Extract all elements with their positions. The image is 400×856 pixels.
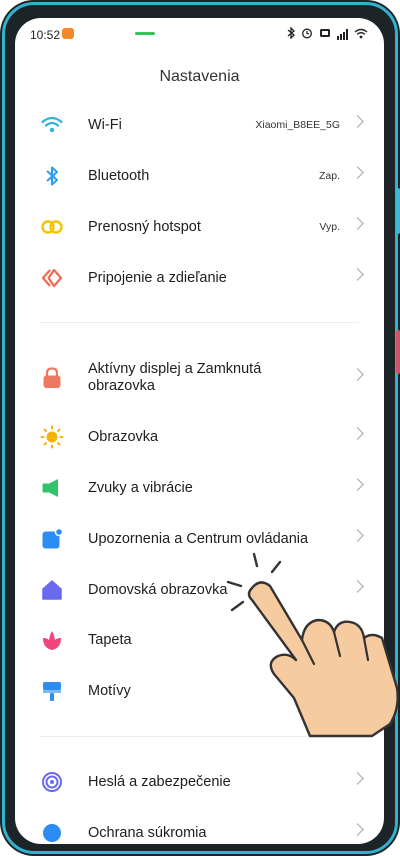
chevron-right-icon	[351, 217, 364, 230]
bluetooth-icon	[40, 164, 64, 188]
wifi-icon	[40, 113, 64, 137]
fingerprint-icon	[40, 770, 64, 794]
settings-item-privacy[interactable]: Ochrana súkromia	[15, 808, 384, 844]
notification-icon	[62, 28, 74, 39]
settings-item-lock-screen[interactable]: Aktívny displej a Zamknutá obrazovka	[15, 353, 384, 403]
settings-item-label: Aktívny displej a Zamknutá obrazovka	[88, 361, 262, 394]
speaker-icon	[40, 476, 64, 500]
signal-icon	[337, 29, 348, 40]
wifi-status-icon	[354, 28, 368, 42]
status-bar: 10:52	[15, 18, 384, 54]
settings-item-display[interactable]: Obrazovka	[15, 412, 384, 462]
alarm-icon	[301, 27, 313, 42]
settings-item-sound[interactable]: Zvuky a vibrácie	[15, 463, 384, 513]
settings-item-connection-sharing[interactable]: Pripojenie a zdieľanie	[15, 253, 384, 303]
settings-item-wifi[interactable]: Wi-Fi Xiaomi_B8EE_5G	[15, 100, 384, 150]
chevron-right-icon	[351, 115, 364, 128]
settings-item-hotspot[interactable]: Prenosný hotspot Vyp.	[15, 202, 384, 252]
power-button	[396, 330, 400, 374]
settings-item-label: Ochrana súkromia	[88, 824, 207, 841]
status-time: 10:52	[30, 28, 61, 42]
bluetooth-status-icon	[287, 26, 295, 42]
volume-button	[396, 188, 400, 234]
settings-item-bluetooth[interactable]: Bluetooth Zap.	[15, 151, 384, 201]
settings-item-value: Zap.	[318, 170, 340, 182]
sun-icon	[40, 425, 64, 449]
chevron-right-icon	[351, 478, 364, 491]
settings-item-label: Pripojenie a zdieľanie	[88, 269, 227, 286]
tap-hand-icon	[226, 552, 399, 738]
hotspot-icon	[40, 215, 64, 239]
chevron-right-icon	[351, 166, 364, 179]
settings-item-label: Obrazovka	[88, 428, 159, 445]
settings-item-label: Prenosný hotspot	[88, 218, 201, 235]
chevron-right-icon	[351, 368, 364, 381]
chevron-right-icon	[351, 772, 364, 785]
settings-item-value: Xiaomi_B8EE_5G	[255, 119, 340, 131]
battery-saver-icon	[319, 27, 331, 42]
settings-item-label: Bluetooth	[88, 167, 150, 184]
paint-roller-icon	[40, 679, 64, 703]
settings-item-label: Zvuky a vibrácie	[88, 479, 193, 496]
lock-icon	[40, 366, 64, 390]
settings-item-passwords-security[interactable]: Heslá a zabezpečenie	[15, 757, 384, 807]
chevron-right-icon	[351, 427, 364, 440]
connection-sharing-icon	[40, 266, 64, 290]
privacy-icon	[40, 821, 64, 844]
section-divider	[39, 322, 359, 323]
flower-icon	[40, 628, 64, 652]
chevron-right-icon	[351, 823, 364, 836]
notifications-icon	[40, 527, 64, 551]
page-title: Nastavenia	[159, 68, 240, 85]
chevron-right-icon	[351, 529, 364, 542]
chevron-right-icon	[351, 268, 364, 281]
home-icon	[40, 578, 64, 602]
settings-item-value: Vyp.	[319, 221, 340, 233]
settings-item-label: Heslá a zabezpečenie	[88, 773, 231, 790]
